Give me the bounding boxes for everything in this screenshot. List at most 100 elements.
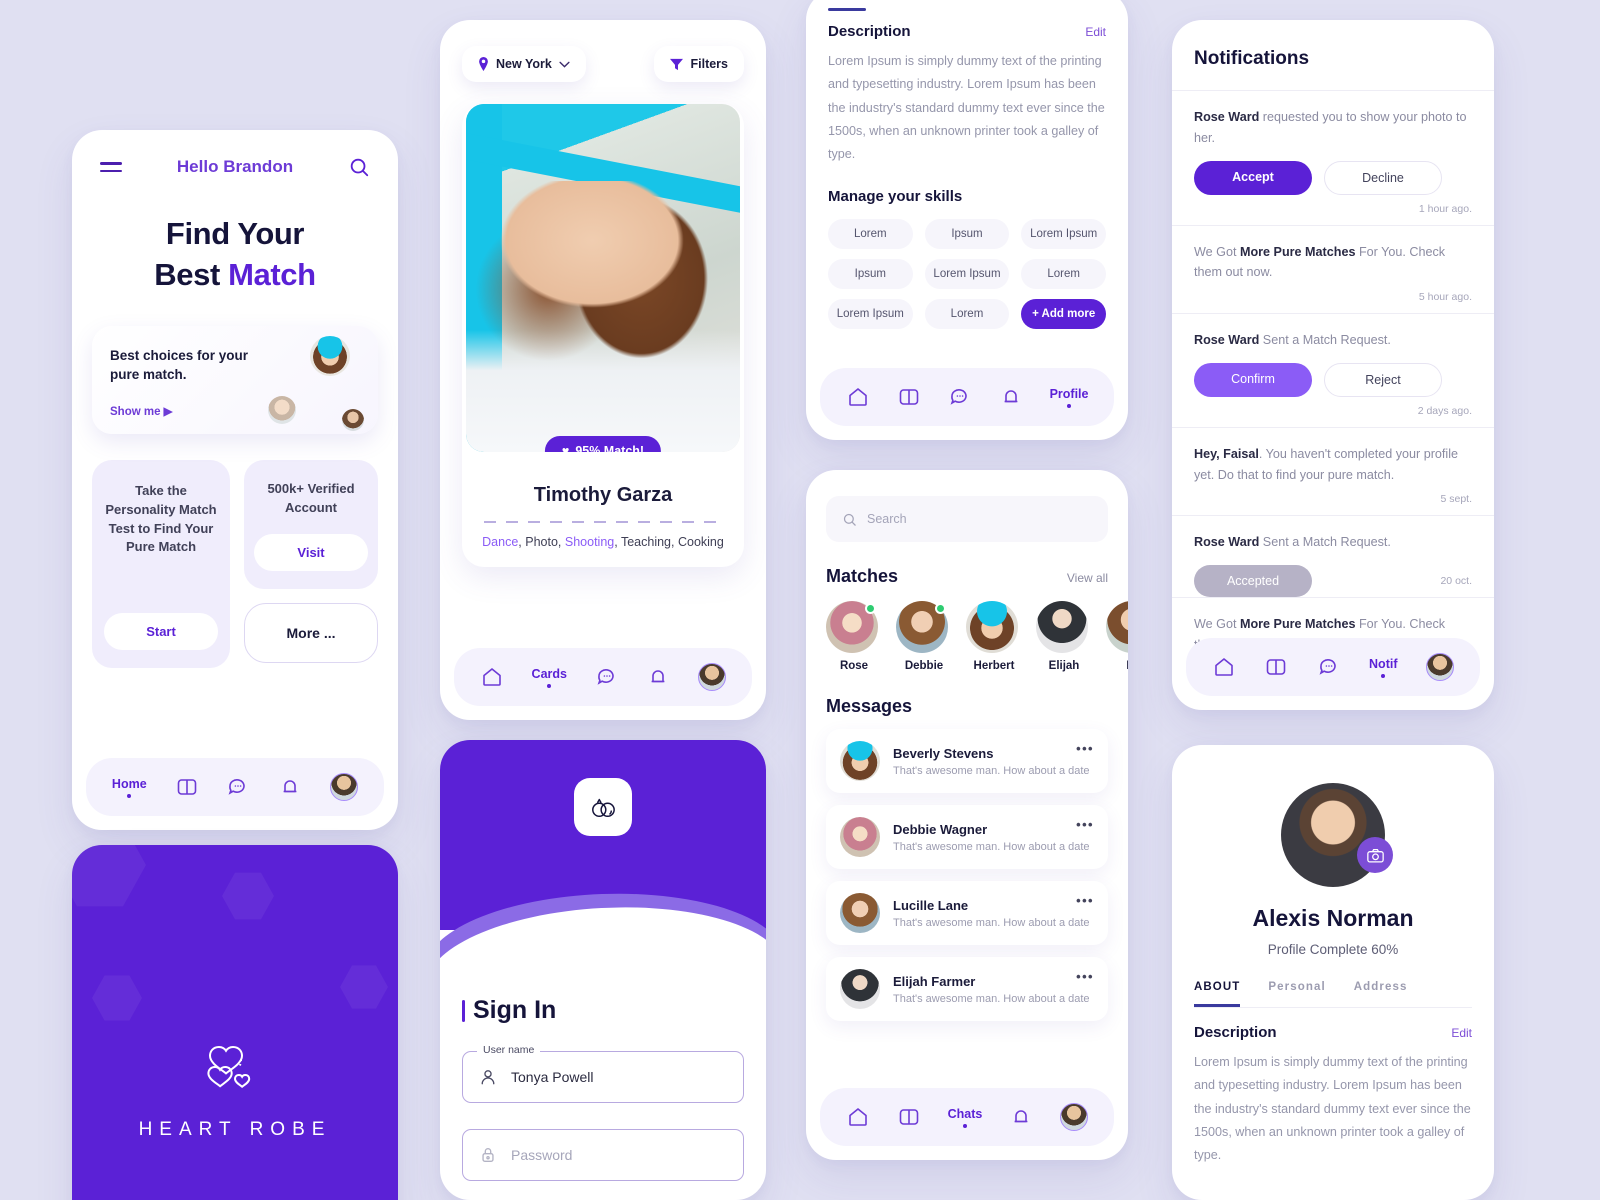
avatar — [896, 601, 948, 653]
search-icon[interactable] — [348, 156, 370, 178]
message-preview: That's awesome man. How about a date — [893, 764, 1090, 777]
avatar[interactable] — [330, 773, 359, 801]
greeting: Hello Brandon — [177, 157, 293, 177]
edit-description-link[interactable]: Edit — [1085, 25, 1106, 39]
notification-text: Rose Ward Sent a Match Request. — [1194, 532, 1472, 553]
cards-icon[interactable] — [175, 775, 199, 799]
nav-active-dot — [1067, 403, 1072, 408]
edit-description-link[interactable]: Edit — [1451, 1026, 1472, 1040]
home-icon[interactable] — [480, 665, 504, 689]
add-more-button[interactable]: + Add more — [1021, 299, 1106, 330]
show-me-link[interactable]: Show me ▶ — [110, 404, 173, 418]
match-item[interactable]: Rose — [826, 601, 882, 672]
password-field[interactable]: Password — [462, 1129, 744, 1181]
skill-tag[interactable]: Lorem — [1021, 259, 1106, 290]
match-badge: ♥ 95% Match! — [544, 436, 662, 452]
chat-icon[interactable] — [595, 665, 619, 689]
more-button[interactable]: More ... — [244, 602, 378, 663]
chat-icon[interactable] — [948, 385, 972, 409]
filters-button[interactable]: Filters — [654, 46, 744, 82]
home-icon[interactable] — [846, 385, 870, 409]
nav-active-dot — [1381, 673, 1386, 678]
description-header: Description Edit — [828, 23, 1106, 40]
home-icon[interactable] — [1212, 655, 1236, 679]
list-item[interactable]: Beverly Stevens That's awesome man. How … — [826, 729, 1108, 793]
matches-list[interactable]: Rose Debbie Herbert Elijah Ro — [826, 601, 1128, 672]
home-icon[interactable] — [846, 1105, 870, 1129]
notification-text: Rose Ward Sent a Match Request. — [1194, 330, 1472, 351]
more-options-icon[interactable]: ••• — [1076, 969, 1094, 984]
avatar[interactable] — [1425, 653, 1454, 681]
nav-item-chats[interactable]: Chats — [948, 1107, 982, 1128]
view-all-link[interactable]: View all — [1067, 571, 1108, 585]
skill-tag[interactable]: Lorem Ipsum — [828, 299, 913, 330]
accept-button[interactable]: Accept — [1194, 160, 1312, 195]
change-photo-button[interactable] — [1357, 837, 1393, 873]
match-item[interactable]: Herbert — [966, 601, 1022, 672]
search-input[interactable]: Search — [826, 496, 1108, 542]
nav-item-profile[interactable]: Profile — [1050, 387, 1088, 408]
nav-active-dot — [547, 683, 552, 688]
tag[interactable]: Shooting — [565, 535, 614, 549]
location-selector[interactable]: New York — [462, 46, 586, 82]
username-field[interactable]: User name Tonya Powell — [462, 1044, 744, 1103]
start-button[interactable]: Start — [104, 612, 218, 650]
nav-item-cards[interactable]: Cards — [532, 667, 567, 688]
tab-about[interactable]: ABOUT — [1194, 981, 1241, 1007]
more-options-icon[interactable]: ••• — [1076, 741, 1094, 756]
tag[interactable]: Dance — [482, 535, 518, 549]
skill-tag[interactable]: Ipsum — [924, 219, 1010, 250]
list-item[interactable]: Elijah Farmer That's awesome man. How ab… — [826, 957, 1108, 1021]
tab-personal[interactable]: Personal — [1268, 981, 1325, 1007]
online-indicator — [865, 603, 876, 614]
match-item[interactable]: Elijah — [1036, 601, 1092, 672]
skill-tag[interactable]: Lorem Ipsum — [924, 259, 1010, 290]
bell-icon[interactable] — [1009, 1105, 1033, 1129]
title-accent-bar — [462, 999, 465, 1022]
reject-button[interactable]: Reject — [1324, 362, 1442, 397]
promo-card[interactable]: Best choices for your pure match. Show m… — [92, 325, 378, 434]
more-options-icon[interactable]: ••• — [1076, 817, 1094, 832]
nav-item-notif[interactable]: Notif — [1369, 657, 1398, 678]
decline-button[interactable]: Decline — [1324, 160, 1442, 195]
profile-photo: ♥ 95% Match! — [466, 104, 740, 452]
tab-address[interactable]: Address — [1354, 981, 1408, 1007]
more-options-icon[interactable]: ••• — [1076, 893, 1094, 908]
bell-icon[interactable] — [999, 385, 1023, 409]
cards-icon[interactable] — [897, 385, 921, 409]
skill-tag[interactable]: Lorem — [828, 219, 913, 250]
tag-sep: , — [614, 535, 621, 549]
personality-test-tile[interactable]: Take the Personality Match Test to Find … — [92, 459, 230, 668]
tag[interactable]: Teaching — [621, 535, 671, 549]
nav-item-home[interactable]: Home — [112, 777, 147, 798]
cards-icon[interactable] — [897, 1105, 921, 1129]
cards-icon[interactable] — [1264, 655, 1288, 679]
tag[interactable]: Photo — [525, 535, 558, 549]
greeting-prefix: Hello — [176, 157, 224, 176]
match-item[interactable]: Debbie — [896, 601, 952, 672]
promo-text: Best choices for your pure match. — [110, 347, 249, 383]
tag-sep: , — [557, 535, 565, 549]
hero-line-1: Find Your — [165, 216, 305, 251]
menu-icon[interactable] — [100, 162, 122, 172]
notification-highlight: More Pure Matches — [1239, 244, 1356, 259]
match-item[interactable]: Ro — [1106, 601, 1128, 672]
splash-branding: HEART ROBE — [72, 1035, 398, 1141]
list-item[interactable]: Lucille Lane That's awesome man. How abo… — [826, 881, 1108, 945]
avatar[interactable] — [698, 663, 727, 691]
match-name: Debbie — [904, 660, 944, 672]
bell-icon[interactable] — [646, 665, 670, 689]
bell-icon[interactable] — [278, 775, 302, 799]
list-item[interactable]: Debbie Wagner That's awesome man. How ab… — [826, 805, 1108, 869]
confirm-button[interactable]: Confirm — [1194, 362, 1312, 397]
chat-icon[interactable] — [226, 775, 250, 799]
skill-tag[interactable]: Ipsum — [828, 259, 913, 290]
match-name: Rose — [839, 660, 869, 672]
chat-icon[interactable] — [1317, 655, 1341, 679]
tag[interactable]: Cooking — [678, 535, 724, 549]
skill-tag[interactable]: Lorem Ipsum — [1021, 219, 1106, 250]
visit-button[interactable]: Visit — [254, 533, 368, 571]
profile-card[interactable]: ♥ 95% Match! Timothy Garza Dance, Photo,… — [462, 104, 744, 567]
skill-tag[interactable]: Lorem — [924, 299, 1010, 330]
avatar[interactable] — [1060, 1103, 1089, 1131]
